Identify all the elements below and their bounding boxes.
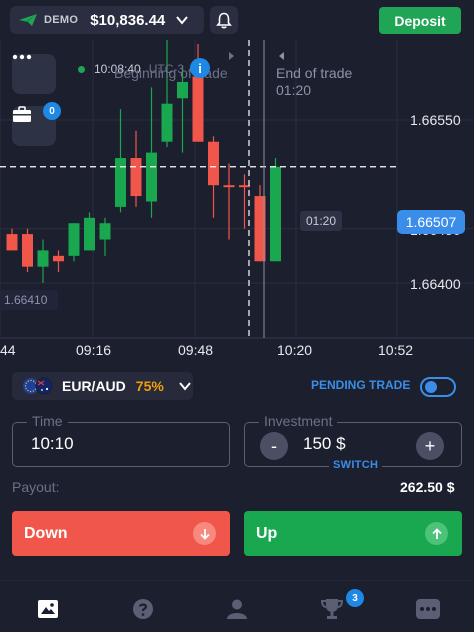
candle-body [37,250,49,267]
user-icon [227,599,247,619]
portfolio-count-badge: 0 [43,102,61,120]
low-price-tag: 1.66410 [0,290,58,310]
beginning-of-trade-label: Beginning of trade [114,65,228,81]
x-tick-label: 10:20 [277,342,313,358]
payout-value: 262.50 $ [400,479,455,495]
current-price-tag: 1.66507 [397,210,465,234]
candle-body [192,76,204,142]
nav-tournaments[interactable] [318,597,346,621]
time-field-label: Time [27,413,68,429]
candle-body [270,166,281,262]
candle-body [84,217,95,251]
investment-field-value: 150 $ [303,434,346,453]
trophy-icon [320,599,344,619]
briefcase-icon [13,106,31,122]
candle-body [177,81,188,99]
nav-chart[interactable] [34,597,62,621]
asset-payout-percent: 75% [135,378,164,394]
bottom-navigation: 3 [0,580,474,632]
x-tick-label: 09:16 [76,342,112,358]
time-field[interactable]: Time 10:10 [12,413,230,467]
nav-chat[interactable] [414,597,442,621]
info-icon[interactable]: i [190,58,210,78]
up-button-label: Up [256,524,278,542]
candle-body [146,152,157,202]
up-button[interactable]: Up [244,511,462,556]
end-of-trade-time: 01:20 [276,82,312,98]
nav-help[interactable] [129,597,157,621]
candle-body [99,223,111,240]
top-bar: DEMO $10,836.44 Deposit [0,0,474,40]
decrease-investment-button[interactable]: - [260,432,288,460]
x-tick-label: 09:48 [178,342,214,358]
account-type-label: DEMO [44,14,79,26]
bell-icon [216,12,232,28]
increase-investment-button[interactable]: + [416,432,444,460]
image-chart-icon [38,600,58,618]
end-arrow-icon [279,52,284,60]
arrow-down-icon [193,522,216,545]
candle-body [161,103,173,142]
candle-body [130,158,142,197]
chevron-down-icon [179,382,191,391]
x-tick-label: 44 [0,342,16,358]
asset-selector[interactable]: EUR/AUD 75% [12,372,193,400]
question-icon [133,599,153,619]
account-selector[interactable]: DEMO $10,836.44 [10,6,204,34]
candle-body [208,141,219,186]
pending-trade-label[interactable]: PENDING TRADE [311,378,410,392]
y-tick-label: 1.66400 [410,276,461,292]
more-dots-icon [12,54,32,60]
arrow-up-icon [425,522,448,545]
paper-plane-icon [19,14,37,26]
investment-field[interactable]: Investment - 150 $ + SWITCH [244,413,462,471]
y-tick-label: 1.66550 [410,112,461,128]
chat-dots-icon [416,599,440,619]
candle-body [239,185,250,188]
payout-label: Payout: [12,479,60,495]
candle-body [68,223,80,256]
candle-body [53,255,64,262]
candle-body [223,185,235,188]
chevron-down-icon [176,16,189,25]
down-button[interactable]: Down [12,511,230,556]
account-balance: $10,836.44 [90,11,166,29]
toggle-knob [425,381,437,393]
expiry-timer: 01:20 [300,211,342,231]
end-of-trade-label: End of trade 01:20 [276,65,352,99]
eur-aud-flag-icon [23,377,53,395]
chart-menu-button[interactable] [12,54,56,94]
price-chart[interactable]: 0 10:08:40 UTC-3 Beginning of trade i En… [0,40,474,370]
candle-body [6,234,18,251]
x-tick-label: 10:52 [378,342,414,358]
currency-switch-link[interactable]: SWITCH [329,459,383,471]
tournaments-count-badge: 3 [346,589,364,607]
live-status-dot [78,65,85,73]
time-field-value: 10:10 [31,434,74,453]
deposit-button[interactable]: Deposit [379,7,461,34]
pending-trade-toggle[interactable] [420,377,456,397]
candle-body [115,158,126,207]
notifications-button[interactable] [210,6,238,34]
candlestick-chart [0,40,474,339]
end-of-trade-title: End of trade [276,65,353,81]
nav-profile[interactable] [223,597,251,621]
investment-field-label: Investment [259,413,338,429]
beginning-arrow-icon [229,52,234,60]
candle-body [22,234,33,267]
asset-pair-label: EUR/AUD [62,378,126,394]
down-button-label: Down [24,524,68,542]
